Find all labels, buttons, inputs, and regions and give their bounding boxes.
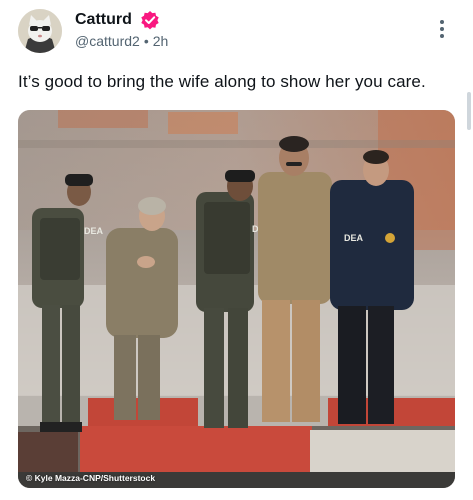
photo-scene: DEA DEA	[18, 110, 455, 488]
post-meta: @catturd2 • 2h	[75, 33, 168, 49]
meta-separator: •	[143, 33, 149, 49]
more-vertical-icon[interactable]	[434, 20, 450, 42]
post-image[interactable]: DEA DEA © Kyle Mazza-CNP/Shutterstock	[18, 110, 455, 488]
scrollbar-thumb[interactable]	[467, 92, 471, 130]
avatar[interactable]	[18, 9, 62, 53]
jacket-text: DEA	[344, 233, 364, 243]
display-name[interactable]: Catturd	[75, 11, 132, 29]
cat-avatar-icon	[18, 9, 62, 53]
handle[interactable]: @catturd2	[75, 33, 140, 49]
timestamp[interactable]: 2h	[153, 33, 169, 49]
post-text: It’s good to bring the wife along to sho…	[18, 72, 426, 91]
vest-text: DEA	[84, 226, 104, 236]
verified-badge-icon	[141, 11, 159, 30]
photo-credit: © Kyle Mazza-CNP/Shutterstock	[26, 473, 156, 483]
